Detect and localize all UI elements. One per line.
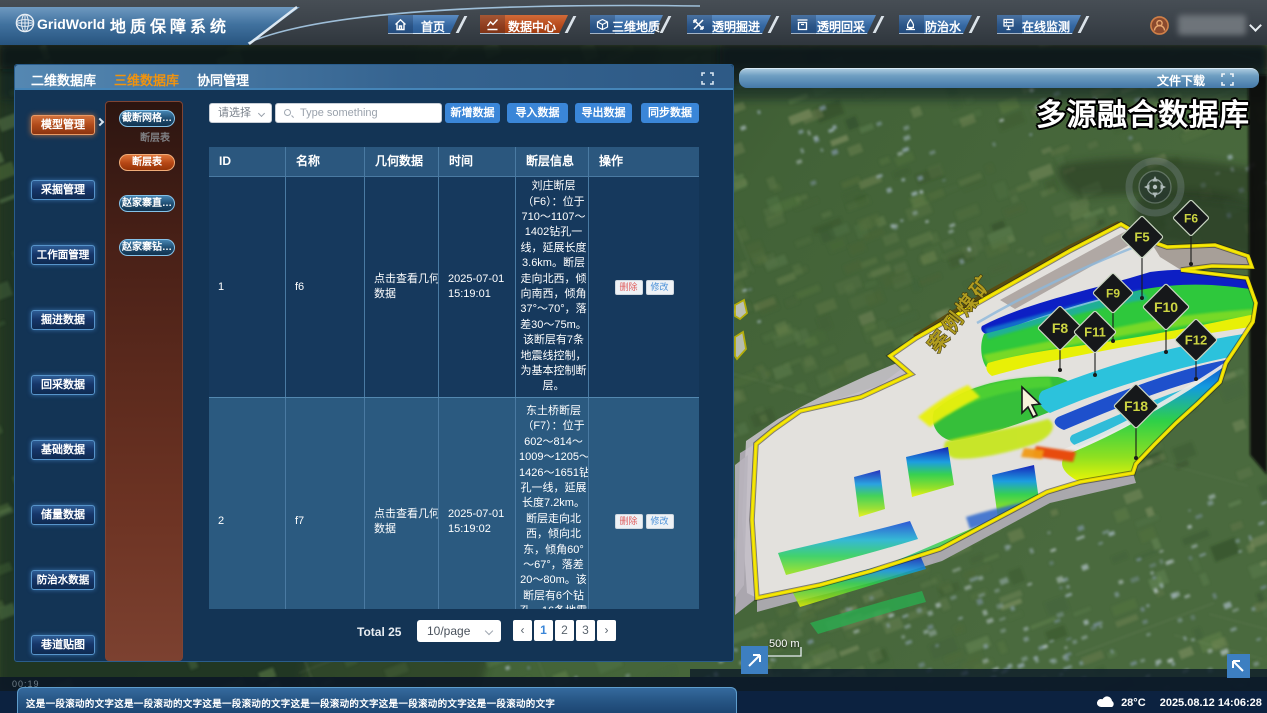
- svg-text:F6: F6: [1184, 211, 1198, 225]
- svg-text:F18: F18: [1124, 398, 1148, 414]
- svg-text:F9: F9: [1106, 286, 1120, 300]
- svg-text:F10: F10: [1154, 299, 1178, 315]
- svg-text:F5: F5: [1134, 230, 1149, 245]
- svg-text:F12: F12: [1185, 333, 1207, 348]
- svg-text:F8: F8: [1052, 320, 1069, 336]
- svg-text:F11: F11: [1084, 325, 1106, 340]
